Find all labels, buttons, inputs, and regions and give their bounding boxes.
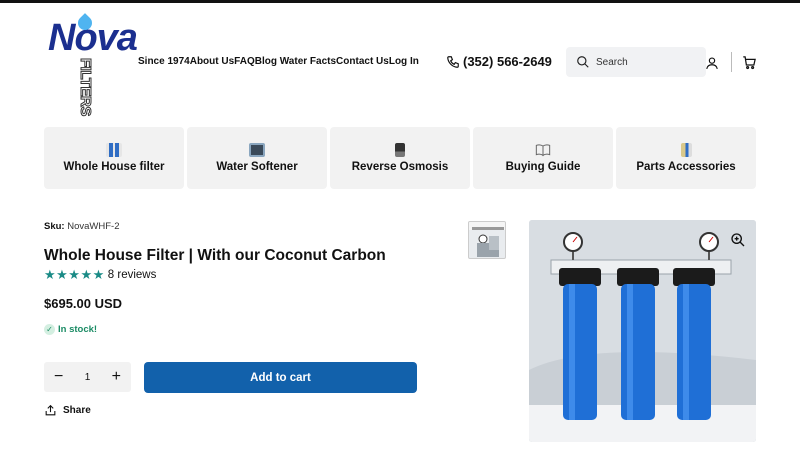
category-water-softener[interactable]: Water Softener <box>187 127 327 189</box>
logo-subtitle: FILTERS <box>77 58 95 117</box>
search-box[interactable] <box>566 47 706 77</box>
top-border <box>0 0 800 3</box>
category-bar: Whole House filter Water Softener Revers… <box>44 127 756 189</box>
nav-log-in[interactable]: Log In <box>389 56 419 67</box>
product-sku: Sku: NovaWHF-2 <box>44 221 120 232</box>
parts-thumb-icon <box>680 143 692 157</box>
product-title: Whole House Filter | With our Coconut Ca… <box>44 247 386 264</box>
brand-logo[interactable]: Nova FILTERS <box>48 13 138 117</box>
increase-quantity-button[interactable]: + <box>112 369 121 385</box>
search-icon <box>577 56 589 68</box>
check-icon: ✓ <box>44 324 55 335</box>
phone-link[interactable]: (352) 566-2649 <box>446 54 552 69</box>
nav-faq[interactable]: FAQ <box>234 56 255 67</box>
category-label: Buying Guide <box>505 161 581 173</box>
search-input[interactable] <box>596 56 696 68</box>
stock-label: In stock! <box>58 324 98 335</box>
softener-thumb-icon <box>249 143 265 157</box>
category-label: Whole House filter <box>63 161 165 173</box>
filter-system-image <box>529 220 756 442</box>
category-buying-guide[interactable]: Buying Guide <box>473 127 613 189</box>
nav-blog[interactable]: Blog Water Facts <box>255 56 336 67</box>
gallery-thumbnail[interactable] <box>468 221 506 259</box>
zoom-icon[interactable] <box>730 232 746 248</box>
product-price: $695.00 USD <box>44 296 123 311</box>
stock-status: ✓ In stock! <box>44 324 97 335</box>
share-label: Share <box>63 405 91 416</box>
nav-since-1974[interactable]: Since 1974 <box>138 56 190 67</box>
nav-about-us[interactable]: About Us <box>190 56 234 67</box>
filter-thumb-icon <box>106 143 122 157</box>
product-reviews[interactable]: ★★★★★ 8 reviews <box>44 267 156 283</box>
review-count: 8 reviews <box>107 269 157 281</box>
sku-value: NovaWHF-2 <box>67 221 120 232</box>
category-label: Water Softener <box>216 161 298 173</box>
decrease-quantity-button[interactable]: − <box>54 369 63 385</box>
category-whole-house-filter[interactable]: Whole House filter <box>44 127 184 189</box>
share-button[interactable]: Share <box>44 404 91 417</box>
share-icon <box>45 404 56 416</box>
quantity-stepper: − 1 + <box>44 362 131 392</box>
sku-label: Sku: <box>44 221 65 232</box>
phone-number: (352) 566-2649 <box>463 54 552 69</box>
book-icon <box>535 144 551 157</box>
product-thumbnail-image <box>469 222 505 257</box>
product-main-image[interactable] <box>529 220 756 442</box>
header-divider <box>731 52 732 72</box>
account-icon[interactable] <box>705 55 719 71</box>
ro-thumb-icon <box>395 143 405 157</box>
main-nav: Since 1974 About Us FAQ Blog Water Facts… <box>138 56 419 67</box>
logo-wordmark: Nova <box>48 17 138 59</box>
category-label: Reverse Osmosis <box>351 161 449 173</box>
phone-icon <box>447 55 459 68</box>
nav-contact-us[interactable]: Contact Us <box>336 56 389 67</box>
quantity-value[interactable]: 1 <box>85 372 91 383</box>
category-label: Parts Accessories <box>636 161 736 173</box>
category-parts-accessories[interactable]: Parts Accessories <box>616 127 756 189</box>
add-to-cart-button[interactable]: Add to cart <box>144 362 417 393</box>
category-reverse-osmosis[interactable]: Reverse Osmosis <box>330 127 470 189</box>
rating-stars-icon: ★★★★★ <box>44 267 105 282</box>
cart-icon[interactable] <box>742 55 757 70</box>
